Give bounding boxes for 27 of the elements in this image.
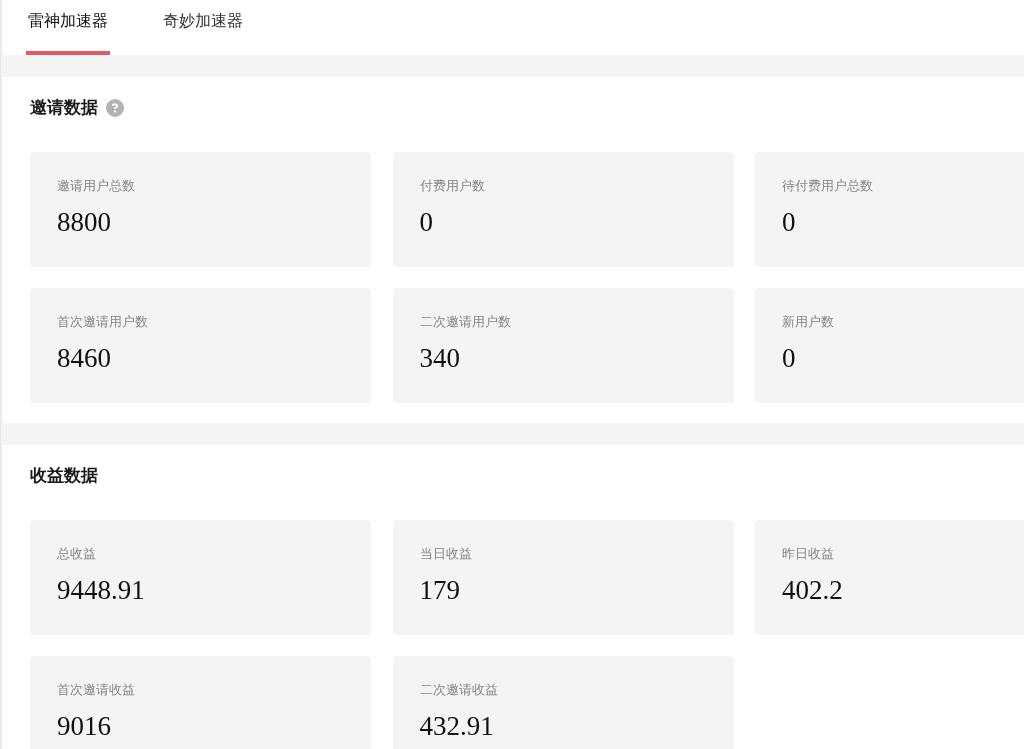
tab[interactable]: 雷神加速器 xyxy=(26,0,110,55)
stat-label: 首次邀请收益 xyxy=(57,681,135,699)
stat-label: 二次邀请收益 xyxy=(419,681,498,699)
help-icon[interactable] xyxy=(106,99,124,117)
section-title: 收益数据 xyxy=(30,465,98,487)
stat-value: 9016 xyxy=(57,710,111,742)
stat-value: 9448.91 xyxy=(57,574,145,606)
stat-label: 总收益 xyxy=(57,545,96,563)
stat-value: 0 xyxy=(419,206,433,238)
tab[interactable]: 奇妙加速器 xyxy=(161,0,245,55)
section-title: 邀请数据 xyxy=(30,97,98,119)
stat-value: 8800 xyxy=(57,206,111,238)
stat-value: 179 xyxy=(419,574,460,606)
stat-value: 0 xyxy=(782,206,796,238)
stat-value: 8460 xyxy=(57,342,111,374)
stat-value: 432.91 xyxy=(419,710,494,742)
stat-label: 首次邀请用户数 xyxy=(57,313,148,331)
stat-value: 0 xyxy=(782,342,796,374)
stat-label: 待付费用户总数 xyxy=(782,177,873,195)
stat-label: 当日收益 xyxy=(419,545,472,563)
stat-value: 402.2 xyxy=(782,574,843,606)
stat-value: 340 xyxy=(419,342,460,374)
stat-label: 新用户数 xyxy=(782,313,834,331)
stat-label: 昨日收益 xyxy=(782,545,834,563)
stat-label: 邀请用户总数 xyxy=(57,177,135,195)
stat-label: 二次邀请用户数 xyxy=(419,313,511,331)
stat-label: 付费用户数 xyxy=(419,177,485,195)
